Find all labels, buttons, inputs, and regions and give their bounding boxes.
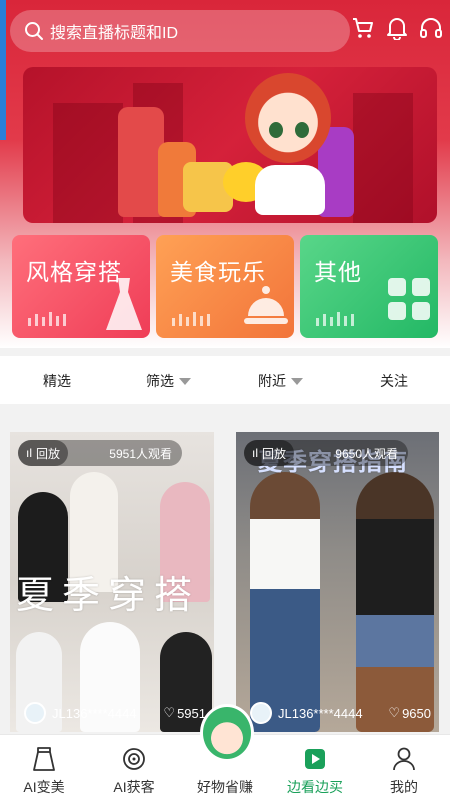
cart-icon[interactable] (350, 14, 376, 42)
cover-title: 夏季穿搭 (16, 573, 201, 617)
headset-icon[interactable] (418, 14, 444, 42)
replay-badge: 回放 (262, 446, 287, 461)
skirt-icon (33, 747, 55, 771)
filter-screen[interactable]: 筛选 (146, 371, 191, 391)
grid-icon (388, 278, 430, 320)
viewer-count: 9650人观看 (335, 446, 398, 461)
heart-icon: ♡ (388, 705, 401, 720)
like-count-group[interactable]: ♡ 9650 (388, 705, 431, 721)
mascot-character-image (245, 73, 331, 163)
dress-icon (106, 278, 142, 330)
mascot-icon[interactable] (200, 704, 254, 762)
live-card[interactable]: 夏季穿搭 ıl 回放 5951人观看 JL136****4444 ♡ 5951 (10, 432, 214, 732)
search-icon (25, 22, 43, 40)
play-icon (305, 749, 325, 769)
streamer-name: JL136****4444 (52, 705, 137, 721)
live-card[interactable]: 夏季穿搭指南 ıl 回放 9650人观看 JL136****4444 ♡ 9650 (236, 432, 439, 732)
bars-icon (28, 312, 66, 326)
filter-nearby[interactable]: 附近 (258, 371, 303, 391)
tab-me[interactable]: 我的 (364, 745, 444, 797)
tab-ai-customer[interactable]: AI获客 (94, 745, 174, 797)
avatar (24, 702, 46, 724)
dropdown-arrow-icon (291, 377, 303, 385)
bell-icon[interactable] (384, 14, 410, 42)
viewer-count: 5951人观看 (109, 446, 172, 461)
category-label: 其他 (314, 259, 362, 285)
category-other[interactable]: 其他 (300, 235, 438, 338)
like-count: 9650 (402, 705, 431, 721)
category-food[interactable]: 美食玩乐 (156, 235, 294, 338)
bars-icon (172, 312, 210, 326)
window-edge (0, 0, 6, 140)
streamer-name: JL136****4444 (278, 705, 363, 721)
category-style[interactable]: 风格穿搭 (12, 235, 150, 338)
person-icon (393, 747, 415, 771)
tab-ai-beauty[interactable]: AI变美 (4, 745, 84, 797)
card-status: ıl 回放 9650人观看 (244, 440, 408, 466)
dropdown-arrow-icon (179, 377, 191, 385)
bars-icon (316, 312, 354, 326)
filter-featured[interactable]: 精选 (43, 371, 71, 391)
tab-watch-and-buy[interactable]: 边看边买 (275, 745, 355, 797)
search-bar[interactable]: 搜索直播标题和ID (10, 10, 350, 52)
avatar (250, 702, 272, 724)
target-icon (123, 748, 145, 770)
promo-banner[interactable] (23, 67, 437, 223)
like-count: 5951 (177, 705, 206, 721)
like-count-group[interactable]: ♡ 5951 (163, 705, 206, 721)
category-tiles: 风格穿搭 美食玩乐 其他 (12, 235, 438, 338)
search-input[interactable]: 搜索直播标题和ID (50, 19, 178, 43)
heart-icon: ♡ (163, 705, 176, 720)
signal-icon: ıl (26, 446, 32, 460)
card-status: ıl 回放 5951人观看 (18, 440, 182, 466)
filter-bar: 精选 筛选 附近 关注 (0, 356, 450, 404)
filter-following[interactable]: 关注 (380, 371, 408, 391)
signal-icon: ıl (252, 446, 258, 460)
replay-badge: 回放 (36, 446, 61, 461)
food-cloche-icon (244, 286, 288, 324)
